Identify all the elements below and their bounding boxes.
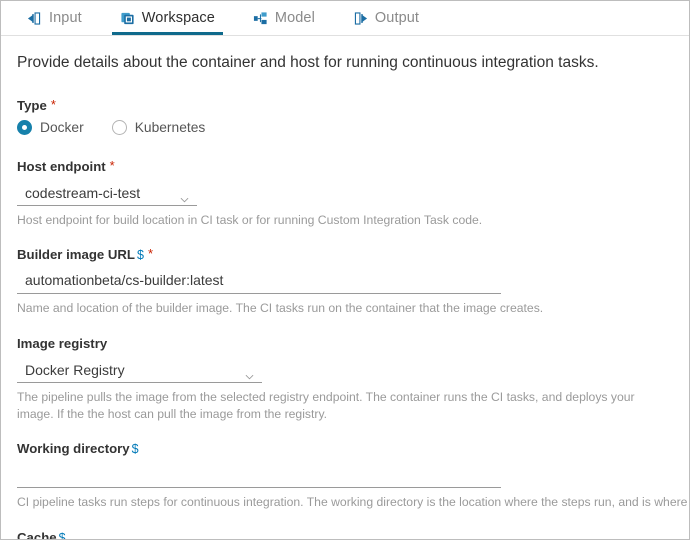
model-nodes-icon bbox=[253, 11, 268, 26]
workspace-stack-icon bbox=[120, 11, 135, 26]
tab-output[interactable]: Output bbox=[341, 1, 431, 35]
type-radio-group: Docker Kubernetes bbox=[17, 120, 673, 135]
field-type: Type * Docker Kubernetes bbox=[1, 98, 689, 135]
type-required-marker: * bbox=[50, 97, 56, 112]
workspace-configuration-window: Input Workspace Model Output Provide det… bbox=[0, 0, 690, 540]
tab-workspace[interactable]: Workspace bbox=[108, 1, 227, 35]
chevron-down-icon bbox=[245, 367, 254, 380]
tab-output-label: Output bbox=[374, 10, 420, 26]
radio-kubernetes-mark bbox=[111, 120, 127, 135]
image-registry-label-text: Image registry bbox=[17, 335, 108, 351]
radio-docker[interactable]: Docker bbox=[17, 120, 84, 135]
page-description: Provide details about the container and … bbox=[17, 54, 599, 71]
host-endpoint-help: Host endpoint for build location in CI t… bbox=[17, 213, 483, 227]
builder-image-url-input[interactable] bbox=[17, 269, 501, 295]
radio-docker-mark bbox=[17, 120, 32, 135]
tab-input-label: Input bbox=[49, 10, 82, 26]
builder-image-url-label-text: Builder image URL bbox=[17, 247, 135, 263]
radio-docker-label: Docker bbox=[40, 120, 84, 135]
image-registry-value: Docker Registry bbox=[25, 361, 125, 378]
builder-image-url-binding-marker: $ bbox=[136, 248, 144, 263]
host-endpoint-value: codestream-ci-test bbox=[25, 185, 141, 201]
image-registry-select[interactable]: Docker Registry bbox=[17, 358, 262, 383]
working-directory-help: CI pipeline tasks run steps for continuo… bbox=[17, 495, 690, 510]
tab-bar: Input Workspace Model Output bbox=[1, 1, 689, 36]
image-registry-label: Image registry bbox=[17, 336, 673, 351]
cache-label: Cache $ bbox=[17, 529, 673, 540]
cache-label-text: Cache bbox=[17, 529, 57, 540]
working-directory-label-text: Working directory bbox=[17, 441, 130, 457]
radio-kubernetes-label: Kubernetes bbox=[134, 120, 206, 135]
host-endpoint-required-marker: * bbox=[109, 158, 115, 173]
chevron-down-icon bbox=[180, 190, 189, 203]
working-directory-binding-marker: $ bbox=[131, 442, 139, 457]
output-arrow-icon bbox=[353, 11, 368, 26]
radio-kubernetes[interactable]: Kubernetes bbox=[111, 120, 206, 135]
host-endpoint-select[interactable]: codestream-ci-test bbox=[17, 181, 197, 206]
host-endpoint-label-text: Host endpoint bbox=[17, 159, 106, 174]
tab-workspace-label: Workspace bbox=[141, 10, 215, 26]
builder-image-url-required-marker: * bbox=[147, 246, 153, 262]
tab-input[interactable]: Input bbox=[15, 1, 94, 35]
field-builder-image-url: Builder image URL$* Name and location of… bbox=[1, 247, 689, 317]
working-directory-label: Working directory $ bbox=[17, 441, 673, 456]
working-directory-input[interactable] bbox=[17, 463, 501, 489]
field-working-directory: Working directory $ CI pipeline tasks run… bbox=[1, 441, 689, 511]
field-host-endpoint: Host endpoint * codestream-ci-test Host e… bbox=[1, 159, 689, 229]
tab-model-label: Model bbox=[274, 10, 315, 26]
tab-model[interactable]: Model bbox=[241, 1, 327, 35]
image-registry-help: The pipeline pulls the image from the se… bbox=[17, 389, 635, 421]
host-endpoint-label: Host endpoint * bbox=[17, 159, 673, 174]
workspace-form: Provide details about the container and … bbox=[1, 36, 689, 540]
type-label: Type * bbox=[17, 98, 673, 113]
input-arrow-icon bbox=[27, 11, 42, 26]
builder-image-url-help: Name and location of the builder image. … bbox=[17, 301, 544, 316]
cache-binding-marker: $ bbox=[58, 530, 66, 540]
type-label-text: Type bbox=[17, 98, 47, 113]
field-cache: Cache $ bbox=[1, 529, 689, 540]
builder-image-url-label: Builder image URL $ * bbox=[17, 247, 673, 262]
field-image-registry: Image registry Docker Registry The pipel… bbox=[1, 336, 689, 424]
